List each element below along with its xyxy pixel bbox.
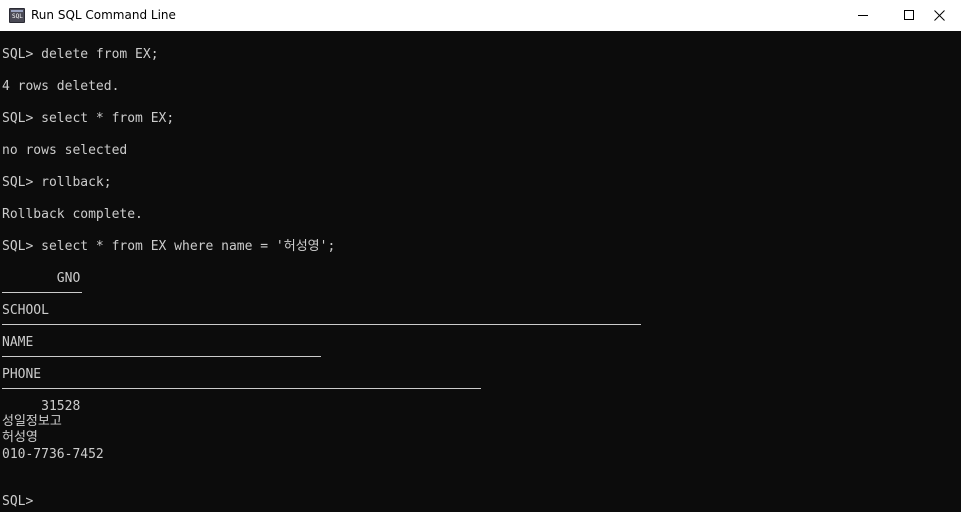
window-title: Run SQL Command Line [31,8,176,22]
sql-command-line-window: SQL Run SQL Command Line SQL> delete fro… [0,0,961,512]
column-header-phone: PHONE [2,367,42,382]
minimize-button[interactable] [839,0,885,31]
console-line: no rows selected [2,143,128,158]
column-underline-school [2,324,641,325]
close-icon [934,10,945,21]
column-header-gno: GNO [2,271,81,286]
column-underline-name [2,356,321,357]
column-underline-gno [2,292,82,293]
result-value-gno: 31528 [2,399,81,414]
sql-prompt[interactable]: SQL> [2,494,33,510]
console-line: SQL> delete from EX; [2,47,159,62]
sqlplus-icon[interactable]: SQL [9,8,25,23]
console-line: SQL> select * from EX where name = '허성영'… [2,239,336,254]
title-bar[interactable]: SQL Run SQL Command Line [0,0,961,31]
column-header-school: SCHOOL [2,303,49,318]
column-header-name: NAME [2,335,34,350]
result-value-name: 허성영 [2,430,38,445]
maximize-button[interactable] [885,0,931,31]
column-underline-phone [2,388,481,389]
result-value-school: 성일정보고 [2,414,62,429]
minimize-icon [858,15,868,16]
console-line: SQL> rollback; [2,175,112,190]
icon-title-stripe [11,10,23,12]
result-value-phone: 010-7736-7452 [2,447,104,462]
console-output[interactable]: SQL> delete from EX; 4 rows deleted. SQL… [0,31,961,512]
console-line: SQL> select * from EX; [2,111,175,126]
close-button[interactable] [931,0,961,31]
console-line: Rollback complete. [2,207,143,222]
console-line: 4 rows deleted. [2,79,120,94]
icon-glyph: SQL [12,13,23,20]
maximize-icon [904,10,914,20]
